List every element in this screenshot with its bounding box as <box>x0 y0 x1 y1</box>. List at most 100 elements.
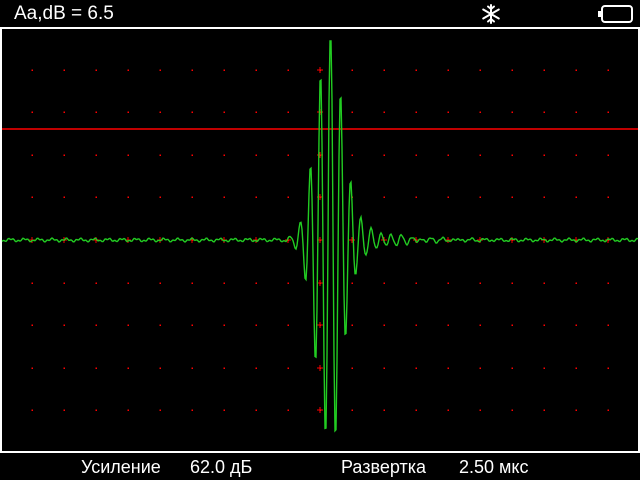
grid-dot <box>127 409 129 411</box>
grid-dot <box>351 409 353 411</box>
grid-dot <box>191 196 193 198</box>
grid-dot <box>351 111 353 113</box>
grid-dot <box>255 282 257 284</box>
grid-dot <box>223 282 225 284</box>
grid-dot <box>575 367 577 369</box>
grid-dot <box>607 154 609 156</box>
grid-dot <box>575 111 577 113</box>
grid-dot <box>575 324 577 326</box>
battery-empty-icon <box>598 5 633 23</box>
grid-dot <box>415 409 417 411</box>
grid-dot <box>255 409 257 411</box>
grid-dot <box>383 324 385 326</box>
sweep-label: Развертка <box>341 457 426 477</box>
grid-dot <box>223 324 225 326</box>
grid-dot <box>479 324 481 326</box>
grid-dot <box>447 367 449 369</box>
a-scan-plot <box>0 27 640 453</box>
grid-dot <box>255 196 257 198</box>
grid-dot <box>543 154 545 156</box>
grid-dot <box>351 69 353 71</box>
grid-dot <box>159 409 161 411</box>
grid-dot <box>543 324 545 326</box>
grid-dot <box>63 409 65 411</box>
grid-dot <box>351 282 353 284</box>
grid-dot <box>191 154 193 156</box>
gain-value[interactable]: 62.0 дБ <box>190 456 252 478</box>
grid-dot <box>543 367 545 369</box>
grid-dot <box>543 282 545 284</box>
grid-dot <box>127 282 129 284</box>
grid-dot <box>415 69 417 71</box>
grid-dot <box>95 409 97 411</box>
grid-dot <box>127 196 129 198</box>
grid-dot <box>575 69 577 71</box>
grid-dot <box>383 111 385 113</box>
grid-dot <box>575 154 577 156</box>
grid-dot <box>287 196 289 198</box>
grid-dot <box>383 196 385 198</box>
grid-dot <box>287 409 289 411</box>
a-scan-display[interactable] <box>0 27 640 453</box>
grid-dot <box>255 154 257 156</box>
grid-dot <box>415 282 417 284</box>
grid-dot <box>415 111 417 113</box>
grid-dot <box>607 282 609 284</box>
grid-dot <box>383 69 385 71</box>
grid-dot <box>479 409 481 411</box>
grid-dot <box>607 324 609 326</box>
grid-dot <box>511 367 513 369</box>
grid-dot <box>383 154 385 156</box>
grid-dot <box>607 111 609 113</box>
grid-dot <box>63 196 65 198</box>
grid-dot <box>447 196 449 198</box>
grid-dot <box>63 282 65 284</box>
grid-dot <box>223 196 225 198</box>
grid-dot <box>543 196 545 198</box>
grid-dot <box>159 324 161 326</box>
grid-dot <box>415 367 417 369</box>
grid-dot <box>511 196 513 198</box>
sweep-value[interactable]: 2.50 мкс <box>459 456 529 478</box>
grid-dot <box>543 69 545 71</box>
grid-dot <box>479 282 481 284</box>
grid-dot <box>351 154 353 156</box>
grid-dot <box>255 69 257 71</box>
grid-dot <box>543 409 545 411</box>
grid-dot <box>287 367 289 369</box>
grid-dot <box>223 111 225 113</box>
grid-dot <box>511 282 513 284</box>
grid-dot <box>351 324 353 326</box>
grid-dot <box>479 69 481 71</box>
grid-dot <box>95 324 97 326</box>
grid-dot <box>415 196 417 198</box>
grid-dot <box>255 367 257 369</box>
grid-dot <box>575 409 577 411</box>
grid-dot <box>95 69 97 71</box>
grid-dot <box>383 409 385 411</box>
grid-dot <box>255 111 257 113</box>
snowflake-icon <box>482 4 500 24</box>
amplitude-readout: Aa,dB = 6.5 <box>14 3 114 24</box>
grid-dot <box>191 69 193 71</box>
grid-dot <box>63 154 65 156</box>
grid-dot <box>223 409 225 411</box>
grid-dot <box>447 111 449 113</box>
grid-dot <box>31 409 33 411</box>
grid-dot <box>191 282 193 284</box>
grid-dot <box>383 367 385 369</box>
status-bar: Aa,dB = 6.5 <box>0 0 640 27</box>
grid-dot <box>31 111 33 113</box>
grid-dot <box>95 282 97 284</box>
grid-dot <box>479 154 481 156</box>
grid-dot <box>255 324 257 326</box>
grid-dot <box>575 196 577 198</box>
grid-dot <box>159 154 161 156</box>
grid-dot <box>95 154 97 156</box>
grid-dot <box>383 282 385 284</box>
grid-dot <box>31 367 33 369</box>
grid-dot <box>479 196 481 198</box>
grid-dot <box>479 367 481 369</box>
grid-dot <box>511 111 513 113</box>
grid-dot <box>287 154 289 156</box>
